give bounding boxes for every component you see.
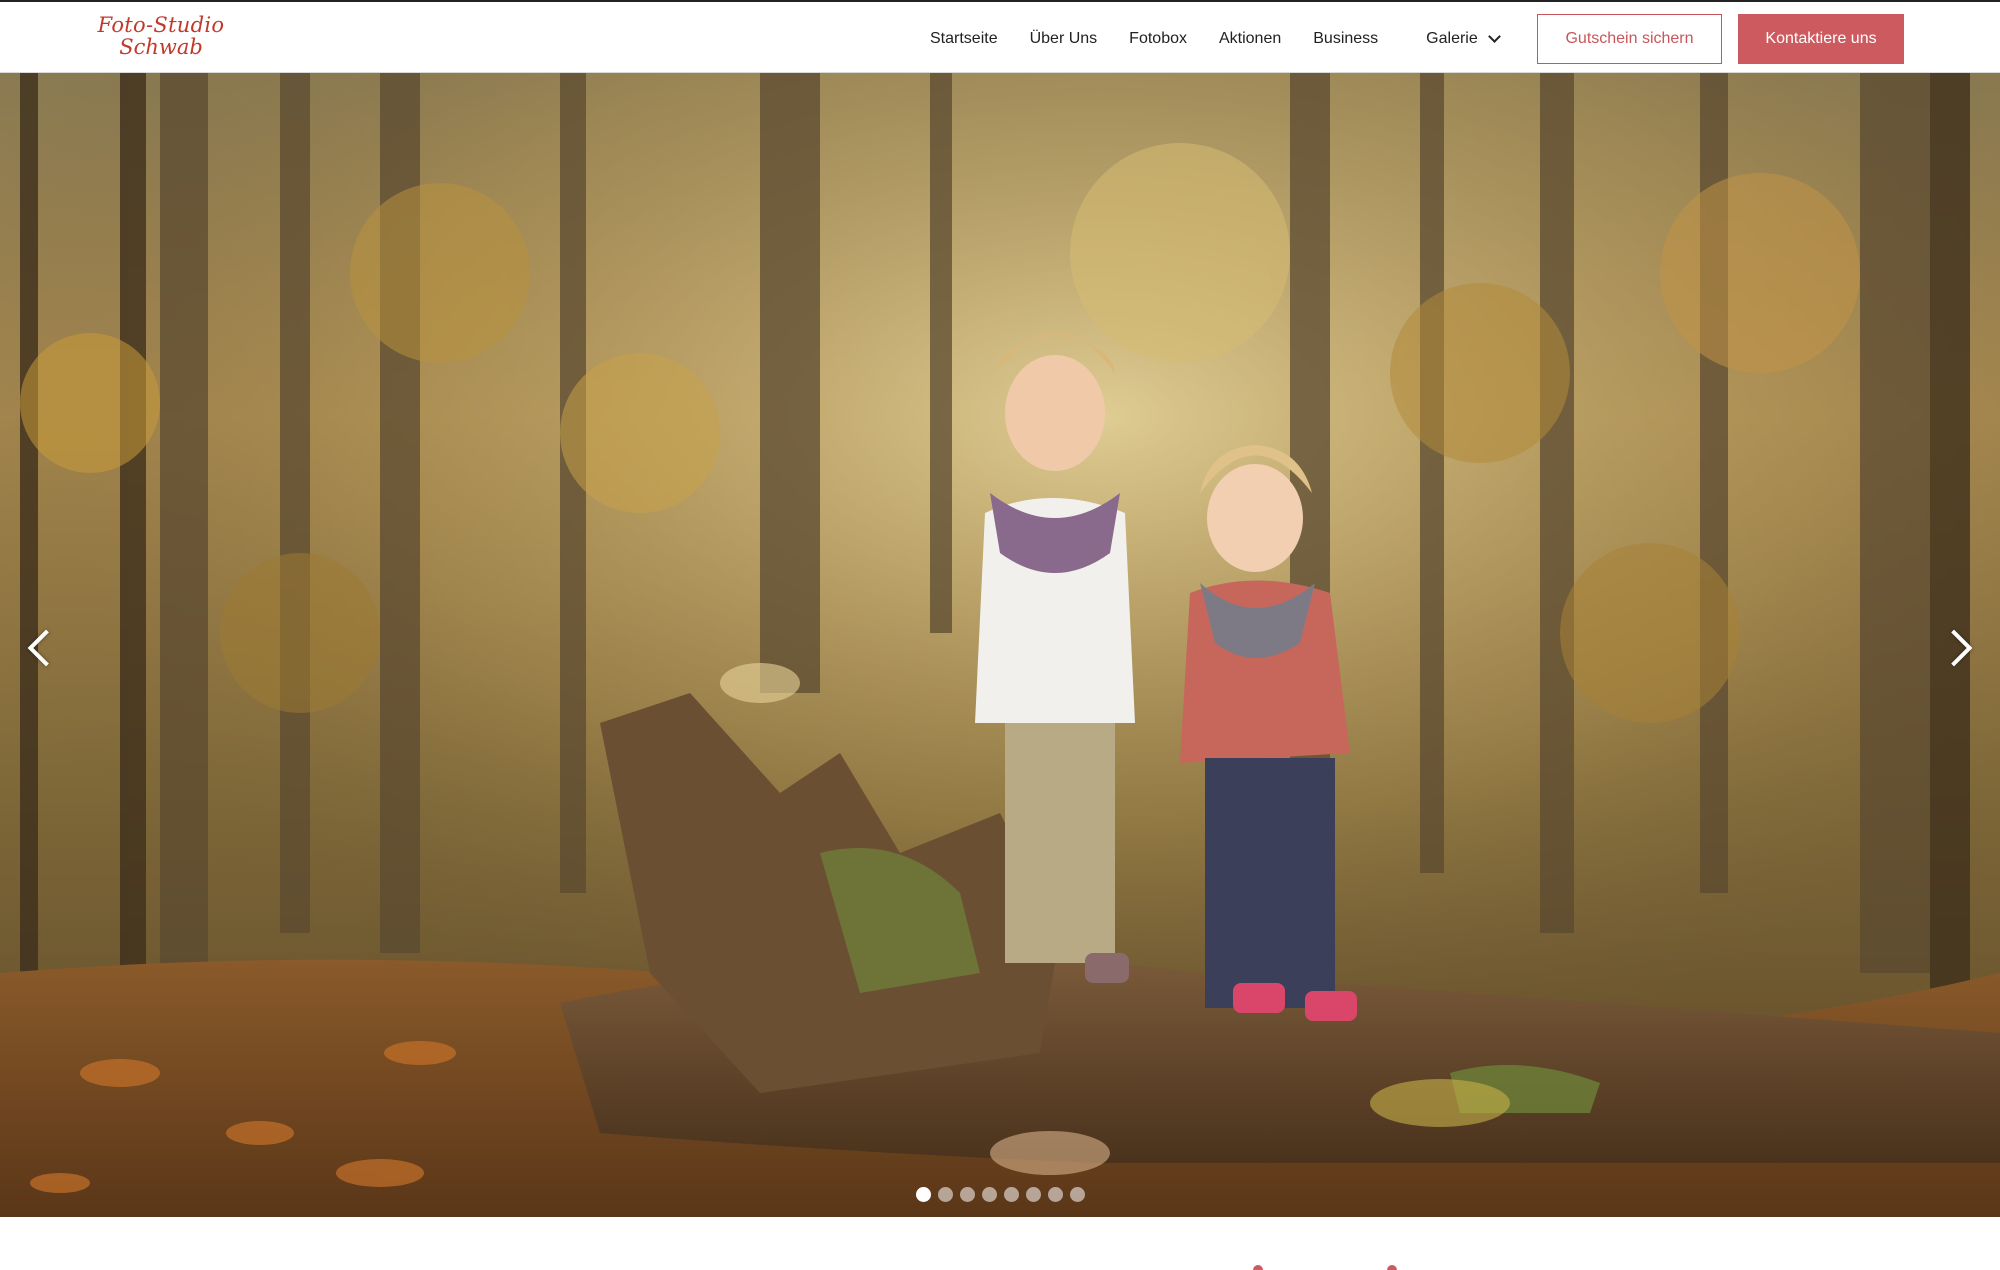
nav-item-aktionen[interactable]: Aktionen xyxy=(1219,30,1281,48)
voucher-button[interactable]: Gutschein sichern xyxy=(1537,14,1722,64)
logo-line-2: Schwab xyxy=(119,35,203,59)
nav-item-business[interactable]: Business xyxy=(1313,30,1378,48)
content-section xyxy=(0,1217,2000,1270)
slider-dot[interactable] xyxy=(938,1187,953,1202)
slider-dot[interactable] xyxy=(1048,1187,1063,1202)
hero-image xyxy=(0,73,2000,1217)
nav-item-galerie-label: Galerie xyxy=(1426,29,1478,47)
chevron-right-icon xyxy=(1935,629,1973,667)
slider-dot[interactable] xyxy=(1004,1187,1019,1202)
nav-item-ueber-uns[interactable]: Über Uns xyxy=(1030,30,1098,48)
main-nav: Startseite Über Uns Fotobox Aktionen Bus… xyxy=(930,2,1501,75)
nav-item-galerie[interactable]: Galerie xyxy=(1426,29,1501,48)
slider-dot[interactable] xyxy=(960,1187,975,1202)
slider-dot[interactable] xyxy=(1026,1187,1041,1202)
heading-fragment xyxy=(1387,1265,1397,1270)
slider-dots xyxy=(916,1187,1092,1202)
chevron-left-icon xyxy=(27,629,65,667)
nav-item-startseite[interactable]: Startseite xyxy=(930,30,998,48)
slider-dot[interactable] xyxy=(982,1187,997,1202)
chevron-down-icon xyxy=(1487,29,1501,43)
contact-button[interactable]: Kontaktiere uns xyxy=(1738,14,1904,64)
slider-dot[interactable] xyxy=(1070,1187,1085,1202)
hero-slider[interactable] xyxy=(0,73,2000,1217)
slider-dot[interactable] xyxy=(916,1187,931,1202)
slider-prev-button[interactable] xyxy=(16,613,66,683)
logo[interactable]: Foto-Studio Schwab xyxy=(96,14,226,64)
slider-next-button[interactable] xyxy=(1934,613,1984,683)
nav-item-fotobox[interactable]: Fotobox xyxy=(1129,30,1187,48)
logo-line-1: Foto-Studio xyxy=(97,13,225,37)
heading-fragment xyxy=(1253,1265,1263,1270)
site-header: Foto-Studio Schwab Startseite Über Uns F… xyxy=(0,0,2000,73)
